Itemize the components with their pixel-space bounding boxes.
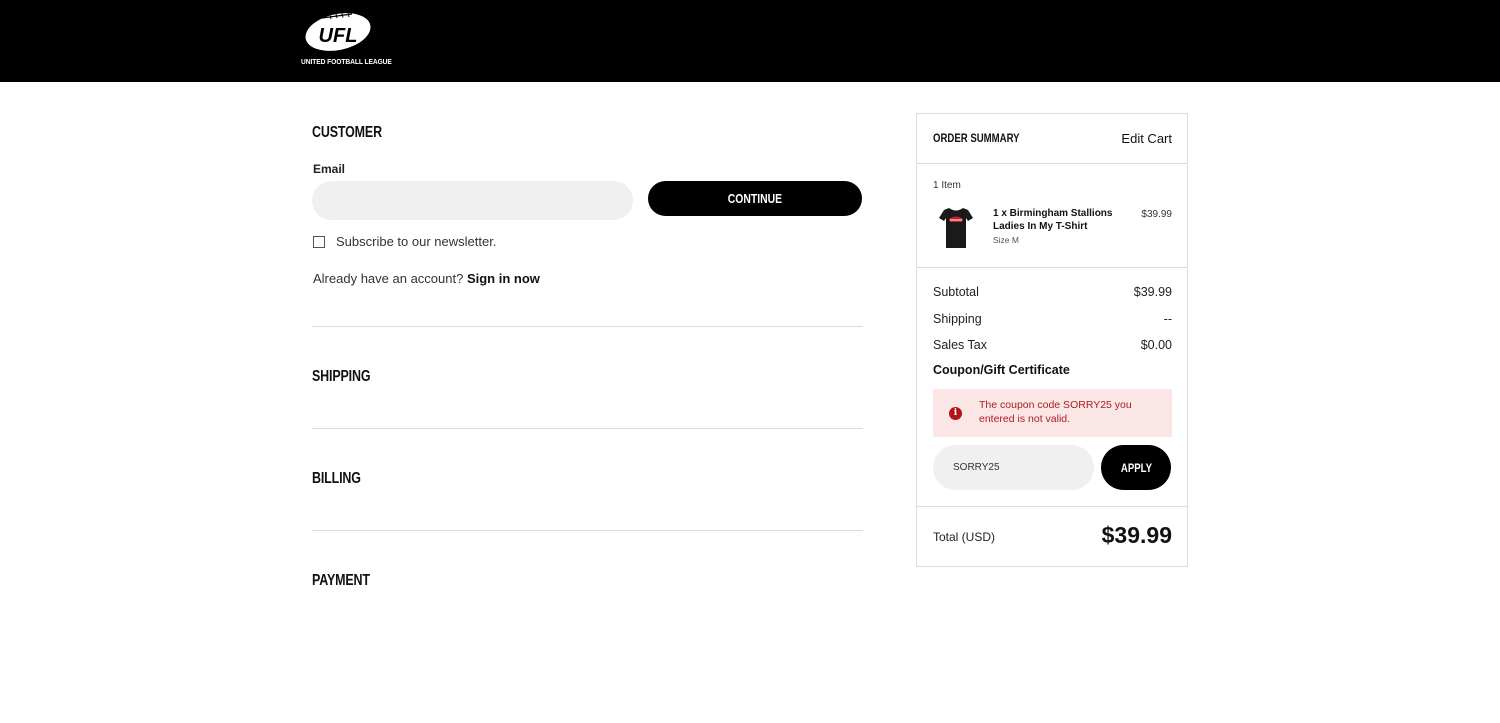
total-value: $39.99 [1101, 522, 1172, 548]
product-thumbnail [937, 205, 975, 251]
item-count: 1 Item [933, 180, 961, 191]
shipping-value: -- [1163, 312, 1172, 326]
item-size: Size M [993, 235, 1019, 245]
order-summary-title: ORDER SUMMARY [933, 131, 1020, 145]
football-logo-icon: UFL [305, 12, 371, 51]
order-summary: ORDER SUMMARY Edit Cart 1 Item 1 x Birmi… [916, 113, 1188, 567]
total-label: Total (USD) [933, 530, 996, 544]
newsletter-checkbox[interactable] [313, 236, 325, 248]
sales-tax-label: Sales Tax [933, 338, 987, 352]
summary-divider [917, 163, 1187, 164]
payment-heading: PAYMENT [312, 572, 370, 589]
item-name: 1 x Birmingham Stallions Ladies In My T-… [993, 208, 1113, 232]
tshirt-icon [939, 208, 973, 248]
email-label: Email [313, 162, 346, 176]
summary-divider [917, 506, 1187, 507]
sign-in-link[interactable]: Sign in now [467, 271, 540, 286]
edit-cart-link[interactable]: Edit Cart [1121, 131, 1172, 146]
sales-tax-value: $0.00 [1140, 338, 1172, 352]
coupon-label: Coupon/Gift Certificate [933, 363, 1070, 377]
section-divider [312, 428, 863, 429]
coupon-input[interactable] [933, 445, 1094, 490]
apply-button-label: APPLY [1120, 460, 1152, 475]
customer-heading: CUSTOMER [312, 124, 382, 141]
summary-divider [917, 267, 1187, 268]
subtotal-label: Subtotal [933, 285, 979, 299]
site-header: UFL UNITED FOOTBALL LEAGUE [0, 0, 1500, 82]
item-price: $39.99 [1141, 209, 1172, 220]
continue-button[interactable]: CONTINUE [648, 181, 862, 216]
newsletter-label[interactable]: Subscribe to our newsletter. [336, 234, 496, 249]
info-circle-icon: i [949, 407, 962, 420]
account-prompt: Already have an account? Sign in now [313, 271, 540, 286]
section-divider [312, 326, 863, 327]
coupon-error-alert: i The coupon code SORRY25 you entered is… [933, 389, 1172, 437]
continue-button-label: CONTINUE [727, 191, 783, 206]
section-divider [312, 530, 863, 531]
logo-text: UFL [319, 25, 358, 47]
coupon-error-text: The coupon code SORRY25 you entered is n… [979, 399, 1132, 425]
shipping-label: Shipping [933, 312, 982, 326]
ufl-logo[interactable]: UFL UNITED FOOTBALL LEAGUE [296, 12, 392, 70]
email-input[interactable] [312, 181, 633, 220]
subtotal-value: $39.99 [1133, 285, 1172, 299]
logo-subtitle: UNITED FOOTBALL LEAGUE [301, 57, 392, 66]
shipping-heading: SHIPPING [312, 368, 371, 385]
billing-heading: BILLING [312, 470, 361, 487]
account-prompt-text: Already have an account? [313, 271, 464, 286]
apply-button[interactable]: APPLY [1101, 445, 1171, 490]
